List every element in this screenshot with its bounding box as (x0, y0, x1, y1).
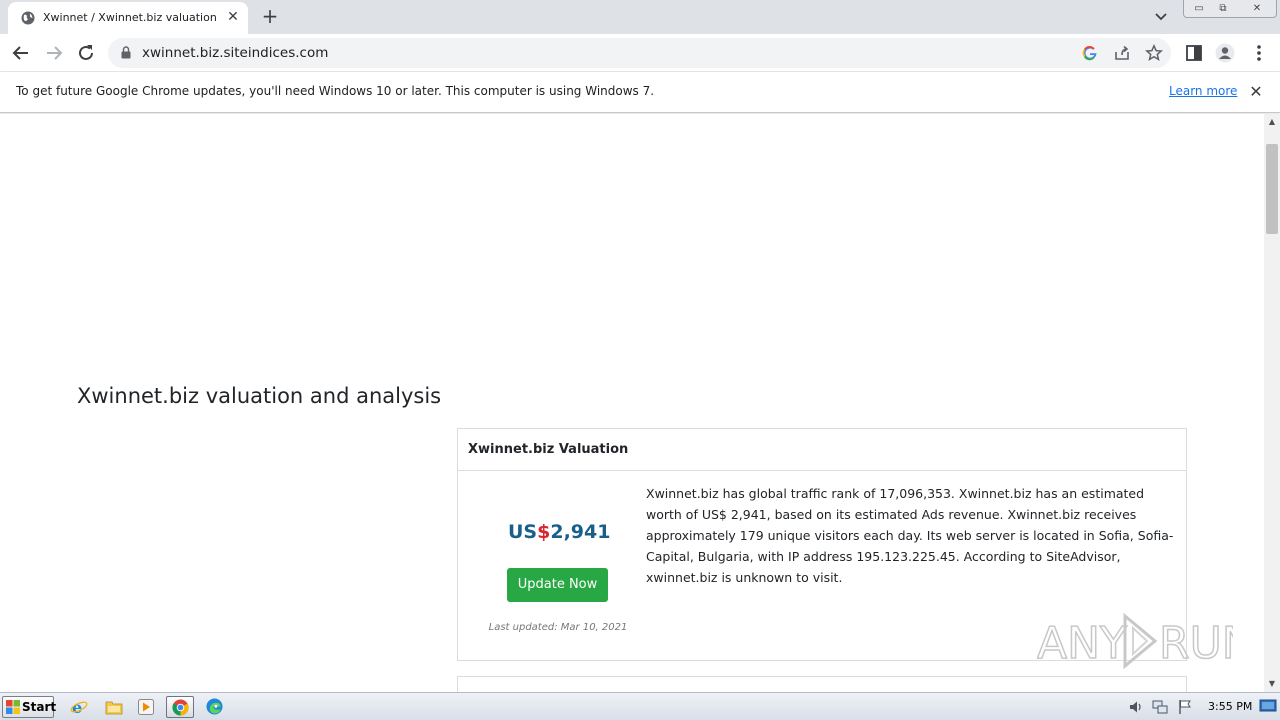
page-scrollbar[interactable]: ▲ ▼ (1264, 114, 1280, 692)
minimize-button[interactable]: ▭ (1188, 0, 1210, 17)
menu-icon[interactable] (1249, 43, 1269, 63)
browser-toolbar: xwinnet.biz.siteindices.com (0, 34, 1280, 72)
url-text[interactable]: xwinnet.biz.siteindices.com (142, 45, 328, 61)
tab-close-icon[interactable]: ✕ (224, 8, 242, 26)
page-viewport: Xwinnet.biz valuation and analysis Xwinn… (0, 114, 1264, 692)
new-tab-button[interactable]: + (259, 6, 281, 28)
scroll-up-arrow-icon[interactable]: ▲ (1264, 114, 1280, 130)
edge-icon (206, 698, 223, 715)
infobar-close-icon[interactable]: ✕ (1247, 83, 1265, 101)
share-icon[interactable] (1113, 44, 1131, 62)
action-center-flag-icon[interactable] (1177, 699, 1193, 715)
start-label: Start (22, 700, 57, 714)
scroll-down-arrow-icon[interactable]: ▼ (1264, 676, 1280, 692)
last-updated-text: Last updated: Mar 10, 2021 (488, 622, 628, 633)
card-header: Xwinnet.biz Valuation (458, 429, 1186, 471)
update-infobar: To get future Google Chrome updates, you… (0, 72, 1280, 113)
chrome-taskbar-button[interactable] (166, 696, 194, 718)
svg-text:ANY: ANY (1037, 618, 1127, 669)
speaker-icon[interactable] (1128, 699, 1144, 715)
star-icon[interactable] (1145, 44, 1163, 62)
lock-icon[interactable] (121, 46, 131, 59)
side-panel-icon[interactable] (1184, 43, 1204, 63)
globe-icon (21, 11, 35, 25)
ie-taskbar-button[interactable]: e (66, 696, 94, 718)
valuation-price: US$2,941 (508, 521, 611, 543)
reload-icon[interactable] (74, 41, 98, 65)
ie-icon: e (70, 698, 88, 716)
start-button[interactable]: Start (2, 696, 57, 718)
windows-taskbar: Start e 3:55 PM (0, 692, 1280, 720)
explorer-taskbar-button[interactable] (100, 696, 128, 718)
price-prefix: US (508, 521, 538, 543)
tab-title: Xwinnet / Xwinnet.biz valuation and (43, 11, 219, 24)
price-dollar-sign: $ (537, 521, 551, 543)
maximize-button[interactable]: ⧉ (1212, 0, 1234, 17)
learn-more-link[interactable]: Learn more (1169, 84, 1237, 98)
next-card (457, 676, 1187, 692)
windows-logo-icon (6, 700, 20, 714)
explorer-icon (105, 701, 123, 715)
price-value: 2,941 (550, 521, 611, 543)
media-player-taskbar-button[interactable] (133, 696, 161, 718)
show-desktop-icon[interactable] (1259, 698, 1277, 714)
page-title: Xwinnet.biz valuation and analysis (77, 384, 442, 408)
address-bar[interactable]: xwinnet.biz.siteindices.com (108, 38, 1171, 68)
anyrun-watermark-logo: ANY RUN (1037, 612, 1233, 670)
card-title: Xwinnet.biz Valuation (468, 442, 629, 457)
svg-text:RUN: RUN (1159, 618, 1233, 669)
scrollbar-thumb[interactable] (1266, 144, 1278, 234)
media-player-icon (138, 699, 154, 715)
tab-strip: Xwinnet / Xwinnet.biz valuation and ✕ + … (0, 0, 1280, 34)
update-now-button[interactable]: Update Now (507, 568, 608, 602)
edge-taskbar-button[interactable] (201, 696, 229, 718)
forward-icon[interactable] (42, 41, 66, 65)
window-close-button[interactable]: ✕ (1240, 0, 1274, 17)
google-icon[interactable] (1081, 44, 1099, 62)
network-icon[interactable] (1152, 699, 1168, 715)
chevron-down-icon[interactable] (1152, 9, 1170, 25)
profile-icon[interactable] (1215, 43, 1235, 63)
chrome-icon (172, 699, 189, 716)
back-icon[interactable] (9, 41, 33, 65)
infobar-message: To get future Google Chrome updates, you… (16, 84, 655, 98)
window-controls: ▭ ⧉ ✕ (1183, 0, 1277, 18)
browser-tab[interactable]: Xwinnet / Xwinnet.biz valuation and ✕ (8, 2, 248, 34)
system-clock[interactable]: 3:55 PM (1208, 700, 1252, 713)
valuation-description: Xwinnet.biz has global traffic rank of 1… (646, 486, 1174, 585)
